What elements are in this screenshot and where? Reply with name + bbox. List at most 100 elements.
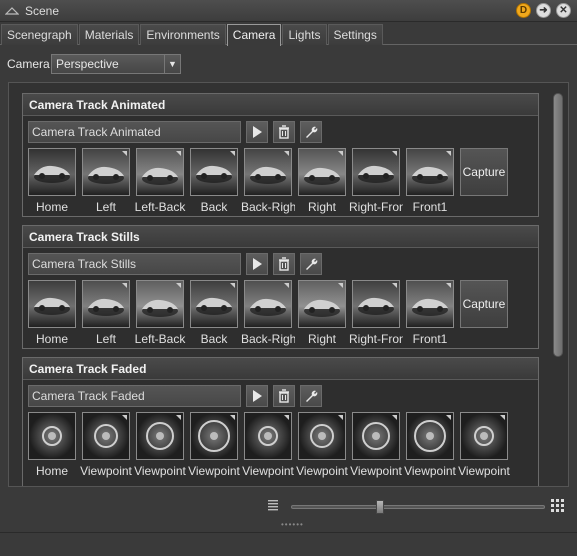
viewpoint-thumbnail[interactable]	[82, 412, 130, 460]
viewpoint-item[interactable]: Viewpoint	[296, 412, 352, 478]
corner-marker-icon	[122, 415, 127, 420]
delete-button[interactable]	[273, 385, 295, 407]
track-header[interactable]: Camera Track Faded	[23, 358, 538, 380]
viewpoint-thumbnail[interactable]	[190, 280, 238, 328]
viewpoint-label: Viewpoint	[134, 464, 186, 478]
viewpoint-item[interactable]: Right	[298, 148, 352, 214]
tab-settings[interactable]: Settings	[327, 24, 383, 45]
viewpoint-item[interactable]: Right-Front	[349, 280, 406, 346]
viewpoint-item[interactable]: Right	[298, 280, 352, 346]
viewpoint-item[interactable]: Viewpoint	[242, 412, 298, 478]
viewpoint-thumbnail[interactable]	[244, 412, 292, 460]
play-icon	[253, 258, 262, 270]
viewpoint-thumbnail[interactable]	[28, 148, 76, 196]
viewpoint-thumbnail[interactable]	[136, 148, 184, 196]
viewpoint-thumbnail[interactable]	[28, 412, 76, 460]
viewpoint-thumbnail[interactable]	[298, 412, 346, 460]
viewpoint-thumbnail[interactable]	[136, 412, 184, 460]
viewpoint-label: Front1	[412, 332, 448, 346]
play-button[interactable]	[246, 121, 268, 143]
slider-handle[interactable]	[376, 500, 384, 514]
viewpoint-thumbnail[interactable]	[298, 148, 346, 196]
capture-button[interactable]: Capture	[460, 280, 508, 328]
grid-view-icon[interactable]	[551, 499, 565, 513]
viewpoint-item[interactable]: Back-Right	[241, 148, 298, 214]
corner-marker-icon	[284, 415, 289, 420]
viewpoint-thumbnail[interactable]	[190, 412, 238, 460]
viewpoint-thumbnail[interactable]	[406, 412, 454, 460]
track-name-field[interactable]: Camera Track Faded	[28, 385, 241, 407]
viewpoint-thumbnail[interactable]	[28, 280, 76, 328]
viewpoint-label: Left	[95, 200, 116, 214]
viewpoint-thumbnail[interactable]	[406, 280, 454, 328]
viewpoint-item[interactable]: Front1	[406, 280, 460, 346]
viewpoint-item[interactable]: Right-Front	[349, 148, 406, 214]
track-header[interactable]: Camera Track Animated	[23, 94, 538, 116]
viewpoint-item[interactable]: Viewpoint	[404, 412, 460, 478]
corner-marker-icon	[284, 283, 289, 288]
viewpoint-item[interactable]: Home	[28, 412, 82, 478]
viewpoint-thumbnail[interactable]	[244, 148, 292, 196]
viewpoint-thumbnail[interactable]	[190, 148, 238, 196]
edit-button[interactable]	[300, 121, 322, 143]
thumbnail-size-slider[interactable]	[291, 500, 545, 514]
viewpoint-thumbnail[interactable]	[298, 280, 346, 328]
edit-button[interactable]	[300, 253, 322, 275]
viewpoint-item[interactable]: Viewpoint	[458, 412, 514, 478]
viewpoint-item[interactable]: Back	[190, 280, 244, 346]
tab-scenegraph[interactable]: Scenegraph	[1, 24, 78, 45]
viewpoint-item[interactable]: Home	[28, 148, 82, 214]
d-badge-icon[interactable]: D	[516, 3, 531, 18]
chevron-down-icon[interactable]: ▼	[164, 55, 180, 73]
viewpoint-thumbnail[interactable]	[460, 412, 508, 460]
play-button[interactable]	[246, 253, 268, 275]
viewpoint-thumbnail[interactable]	[406, 148, 454, 196]
corner-marker-icon	[392, 283, 397, 288]
viewpoint-label: Left-Back	[134, 200, 186, 214]
viewpoint-label: Home	[35, 464, 68, 478]
resize-grip-icon[interactable]: ••••••	[281, 520, 304, 529]
viewpoint-thumbnail[interactable]	[244, 280, 292, 328]
viewpoint-thumbnail[interactable]	[82, 148, 130, 196]
viewpoint-thumbnail[interactable]	[82, 280, 130, 328]
track-name-field[interactable]: Camera Track Stills	[28, 253, 241, 275]
viewpoint-item[interactable]: Viewpoint	[134, 412, 190, 478]
viewpoint-thumbnail[interactable]	[352, 148, 400, 196]
close-icon[interactable]: ✕	[556, 3, 571, 18]
play-button[interactable]	[246, 385, 268, 407]
viewpoint-item[interactable]: Back	[190, 148, 244, 214]
capture-button[interactable]: Capture	[460, 148, 508, 196]
viewpoint-item[interactable]: Left-Back	[135, 280, 190, 346]
camera-dropdown[interactable]: Perspective ▼	[51, 54, 181, 74]
track-name-field[interactable]: Camera Track Animated	[28, 121, 241, 143]
track-header[interactable]: Camera Track Stills	[23, 226, 538, 248]
scrollbar-thumb[interactable]	[553, 93, 563, 357]
forward-arrow-icon[interactable]: ➜	[536, 3, 551, 18]
track-toolbar: Camera Track Stills	[28, 253, 322, 275]
track-toolbar: Camera Track Animated	[28, 121, 322, 143]
list-view-icon[interactable]	[267, 499, 279, 511]
viewpoint-item[interactable]: Viewpoint	[188, 412, 244, 478]
viewpoint-thumbnail[interactable]	[136, 280, 184, 328]
corner-marker-icon	[284, 151, 289, 156]
tab-environments[interactable]: Environments	[140, 24, 226, 45]
viewpoint-item[interactable]: Viewpoint	[350, 412, 406, 478]
viewpoint-label: Viewpoint	[296, 464, 348, 478]
viewpoint-item[interactable]: Home	[28, 280, 82, 346]
delete-button[interactable]	[273, 121, 295, 143]
tab-materials[interactable]: Materials	[78, 24, 140, 45]
viewpoint-item[interactable]: Left	[82, 280, 136, 346]
tab-camera[interactable]: Camera	[226, 24, 282, 46]
viewpoint-thumbnail[interactable]	[352, 412, 400, 460]
viewpoint-item[interactable]: Front1	[406, 148, 460, 214]
viewpoint-thumbnail[interactable]	[352, 280, 400, 328]
delete-button[interactable]	[273, 253, 295, 275]
viewpoint-item[interactable]: Left-Back	[134, 148, 190, 214]
corner-marker-icon	[338, 415, 343, 420]
edit-button[interactable]	[300, 385, 322, 407]
viewpoint-item[interactable]: Viewpoint	[80, 412, 136, 478]
viewpoint-item[interactable]: Left	[82, 148, 136, 214]
tab-lights[interactable]: Lights	[282, 24, 327, 45]
scrollbar[interactable]	[552, 93, 564, 483]
viewpoint-item[interactable]: Back-Right	[241, 280, 298, 346]
